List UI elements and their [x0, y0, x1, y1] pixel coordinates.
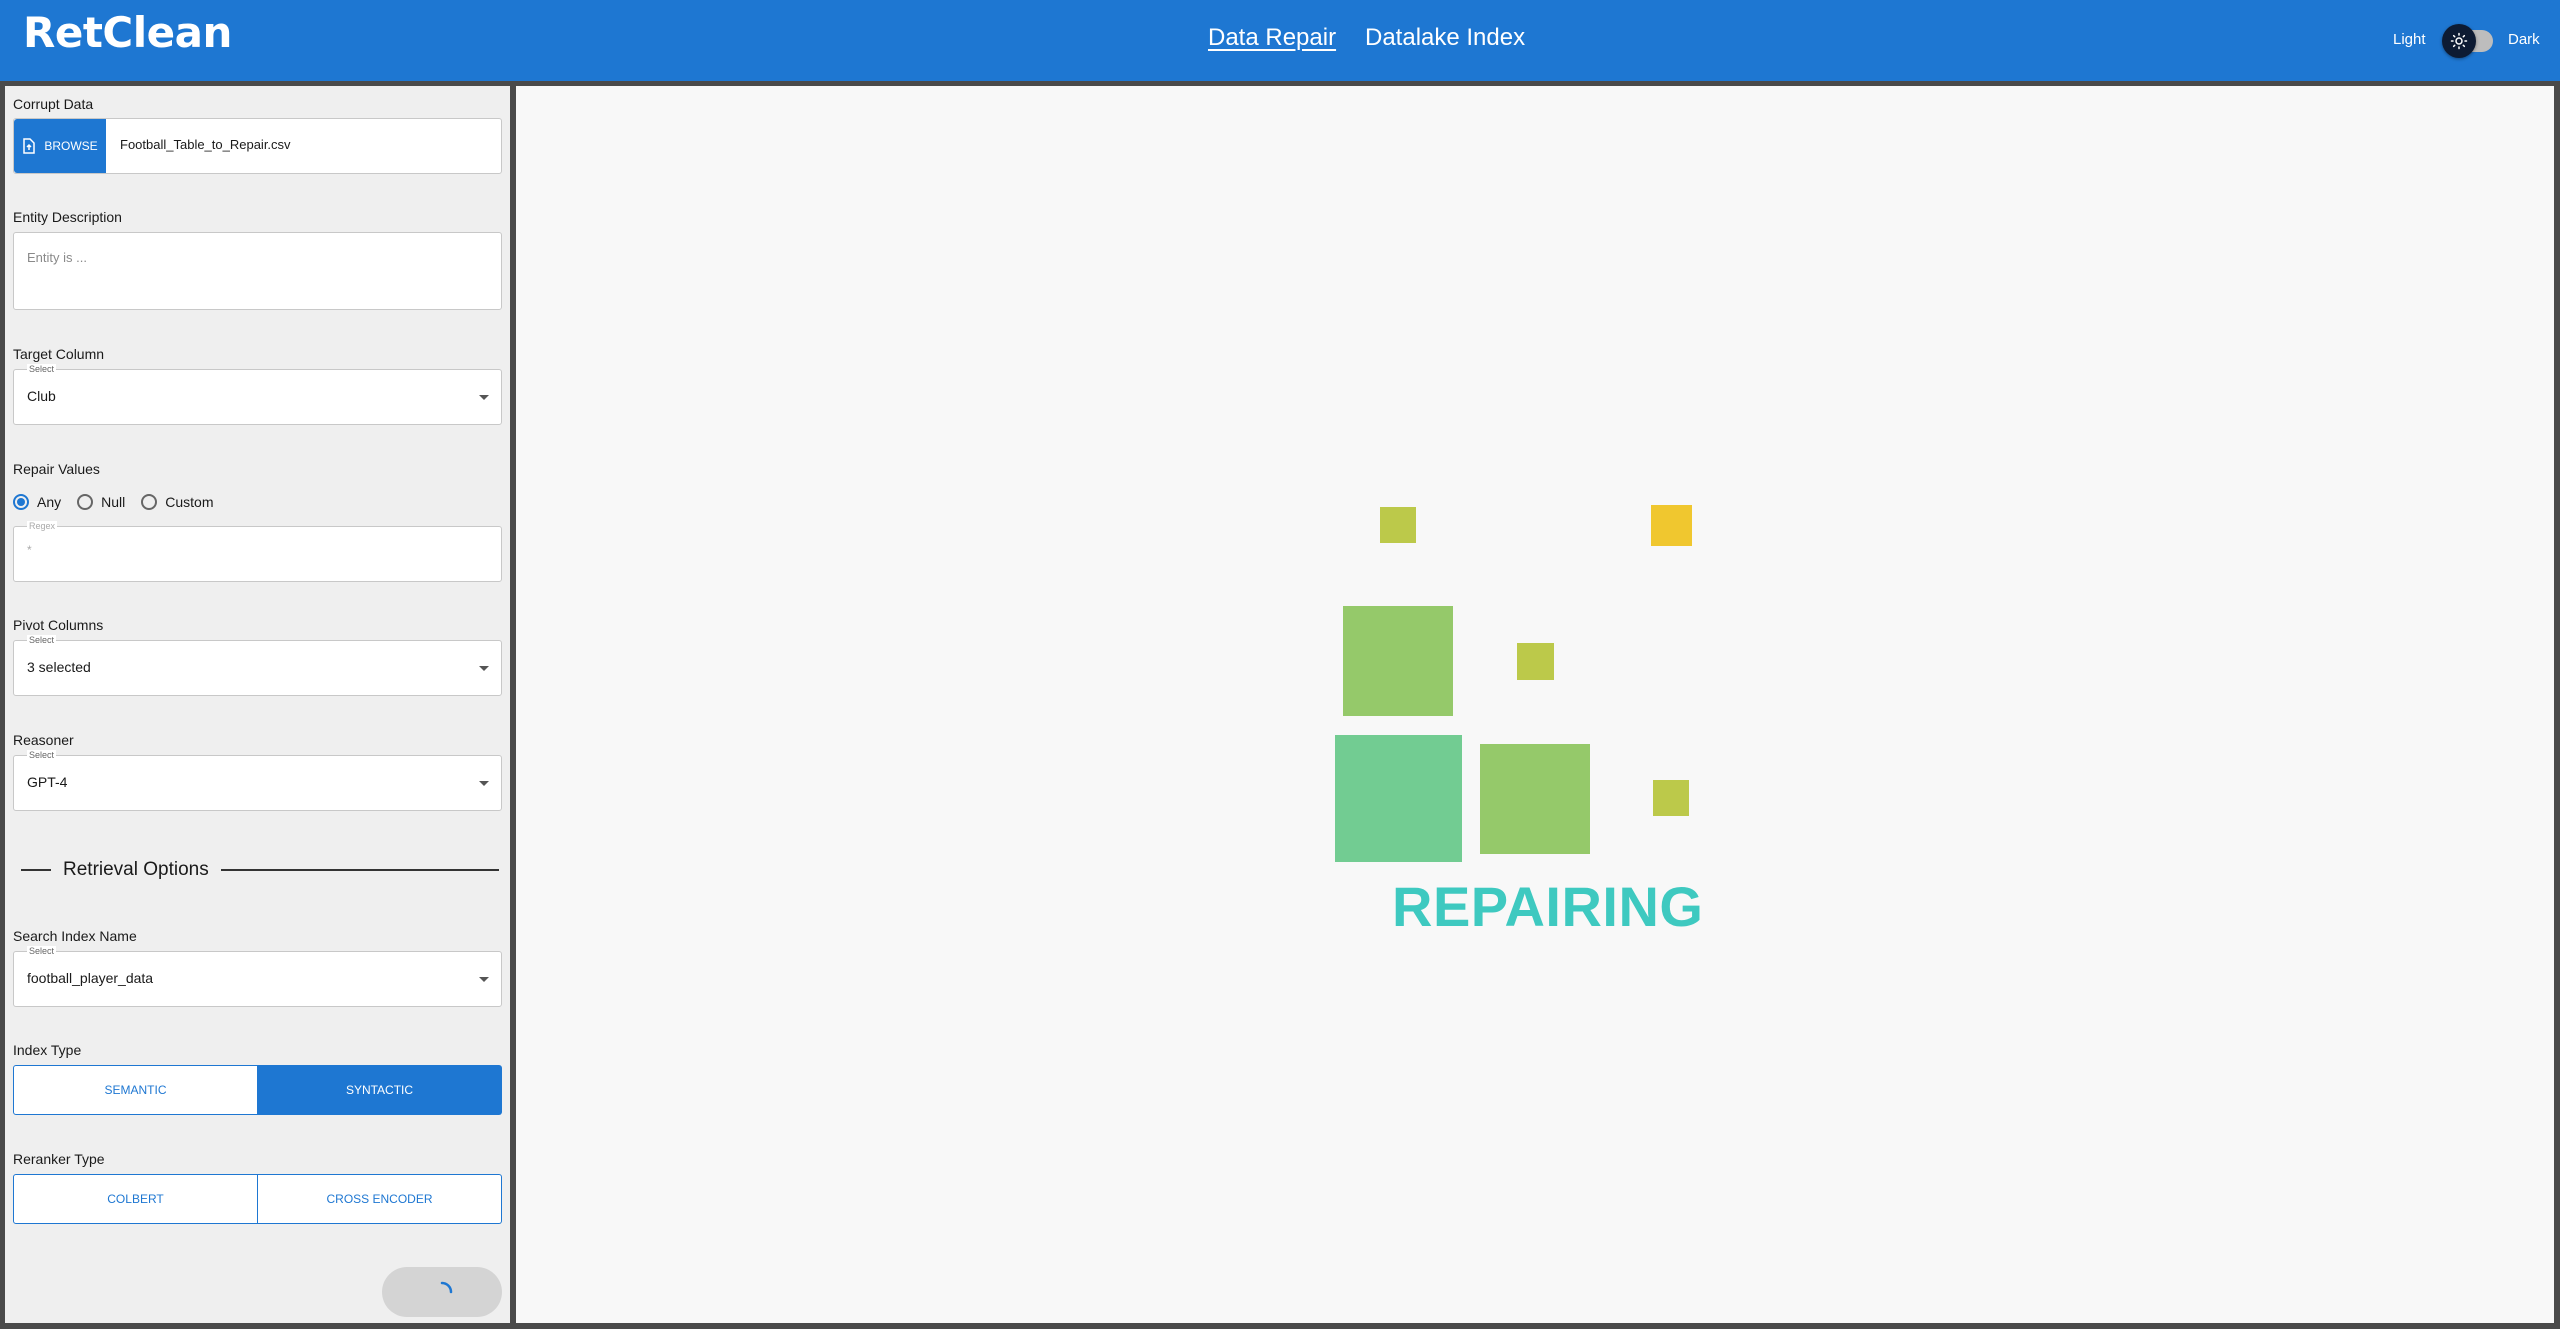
loading-spinner-icon [440, 1281, 453, 1294]
app-logo[interactable]: RetClean [23, 8, 232, 57]
retrieval-options-divider: Retrieval Options [21, 856, 499, 884]
animation-square [1380, 507, 1416, 543]
chevron-down-icon [479, 666, 489, 671]
theme-light-label: Light [2393, 31, 2426, 48]
radio-checked-icon [13, 494, 29, 510]
animation-square [1335, 735, 1462, 862]
reranker-colbert-button[interactable]: COLBERT [13, 1174, 258, 1224]
selected-file-name: Football_Table_to_Repair.csv [120, 137, 291, 152]
animation-square [1517, 643, 1554, 680]
chevron-down-icon [479, 781, 489, 786]
theme-dark-label: Dark [2508, 31, 2540, 48]
index-type-semantic-button[interactable]: SEMANTIC [13, 1065, 258, 1115]
pivot-columns-value: 3 selected [27, 659, 91, 675]
radio-any-label: Any [37, 494, 62, 510]
index-type-syntactic-button[interactable]: SYNTACTIC [258, 1065, 502, 1115]
divider-line [220, 869, 499, 871]
repairing-status-text: REPAIRING [1392, 875, 1704, 938]
search-index-select[interactable]: Select football_player_data [13, 946, 502, 1007]
index-type-label: Index Type [13, 1042, 82, 1058]
animation-square [1480, 744, 1590, 854]
radio-any[interactable]: Any [13, 494, 61, 510]
browse-button-label: BROWSE [44, 139, 98, 153]
select-tag: Select [27, 364, 57, 374]
repair-config-sidebar: Corrupt Data BROWSE Football_Table_to_Re… [5, 86, 510, 1323]
sun-icon [2450, 32, 2468, 50]
reranker-cross-encoder-button[interactable]: CROSS ENCODER [258, 1174, 502, 1224]
animation-square [1653, 780, 1689, 816]
corrupt-data-label: Corrupt Data [13, 96, 94, 112]
radio-null-label: Null [101, 494, 126, 510]
radio-custom-label: Custom [165, 494, 214, 510]
reasoner-value: GPT-4 [27, 774, 68, 790]
reranker-type-label: Reranker Type [13, 1151, 105, 1167]
pivot-columns-label: Pivot Columns [13, 617, 104, 633]
target-column-value: Club [27, 388, 56, 404]
repair-values-label: Repair Values [13, 461, 100, 477]
regex-tag: Regex [27, 521, 58, 531]
animation-square [1651, 505, 1692, 546]
radio-custom[interactable]: Custom [141, 494, 213, 510]
target-column-select[interactable]: Select Club [13, 364, 502, 425]
app-header: RetClean Data Repair Datalake Index Ligh… [0, 0, 2560, 81]
regex-value: * [27, 543, 32, 557]
retrieval-options-title: Retrieval Options [63, 859, 209, 880]
entity-description-input[interactable]: Entity is ... [13, 232, 502, 310]
search-index-value: football_player_data [27, 970, 154, 986]
file-upload-field: BROWSE Football_Table_to_Repair.csv [13, 118, 502, 174]
reasoner-select[interactable]: Select GPT-4 [13, 750, 502, 811]
entity-description-label: Entity Description [13, 209, 122, 225]
target-column-label: Target Column [13, 346, 105, 362]
regex-input[interactable]: Regex * [13, 521, 502, 582]
radio-unchecked-icon [141, 494, 158, 510]
nav-data-repair[interactable]: Data Repair [1208, 24, 1336, 52]
pivot-columns-select[interactable]: Select 3 selected [13, 635, 502, 696]
select-tag: Select [27, 946, 57, 956]
repair-submit-button[interactable] [382, 1267, 502, 1317]
chevron-down-icon [479, 977, 489, 982]
theme-toggle-knob[interactable] [2442, 24, 2476, 58]
reasoner-label: Reasoner [13, 732, 74, 748]
entity-description-placeholder: Entity is ... [27, 250, 87, 265]
file-upload-icon [23, 138, 36, 154]
chevron-down-icon [479, 395, 489, 400]
repair-values-radio-group: Any Null Custom [13, 492, 229, 512]
main-content [516, 86, 2554, 1323]
browse-button[interactable]: BROWSE [14, 119, 106, 173]
animation-square [1343, 606, 1453, 716]
select-tag: Select [27, 750, 57, 760]
radio-unchecked-icon [77, 494, 94, 510]
search-index-label: Search Index Name [13, 928, 137, 944]
index-type-toggle-group: SEMANTIC SYNTACTIC [13, 1065, 502, 1115]
divider-line [21, 869, 51, 871]
nav-datalake-index[interactable]: Datalake Index [1365, 24, 1525, 52]
radio-null[interactable]: Null [77, 494, 125, 510]
select-tag: Select [27, 635, 57, 645]
reranker-type-toggle-group: COLBERT CROSS ENCODER [13, 1174, 502, 1224]
